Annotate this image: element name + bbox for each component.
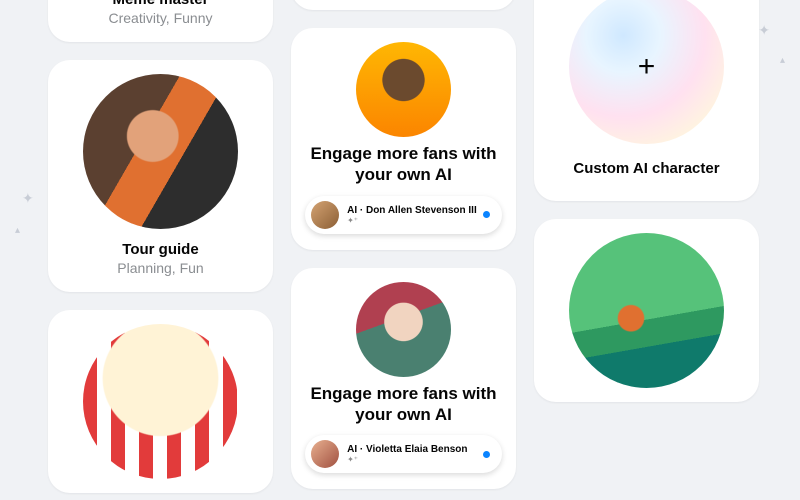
character-tags: Planning, Fun (117, 260, 203, 276)
column-2: Engage more fans with your own AI AI · D… (291, 0, 516, 493)
sparkle-icon: ✦⁺ (347, 217, 358, 225)
creator-avatar (356, 42, 451, 137)
character-card-tour-guide[interactable]: Tour guide Planning, Fun (48, 60, 273, 292)
character-grid: Meme master Creativity, Funny Tour guide… (48, 0, 768, 493)
status-dot-icon (483, 211, 490, 218)
character-card-partial[interactable] (534, 219, 759, 402)
engage-promo-card-1[interactable]: Engage more fans with your own AI AI · D… (291, 28, 516, 250)
creator-pill[interactable]: AI · Don Allen Stevenson III ✦⁺ (305, 196, 502, 234)
character-title: Meme master (113, 0, 209, 8)
character-card-partial-top[interactable] (291, 0, 516, 10)
custom-ai-character-card[interactable]: + Custom AI character (534, 0, 759, 201)
sparkle-decoration: ▴ (780, 55, 785, 66)
creator-pill-avatar (311, 440, 339, 468)
plus-icon: + (638, 50, 656, 84)
creator-avatar (356, 282, 451, 377)
sparkle-decoration: ▴ (15, 225, 20, 236)
creator-pill-avatar (311, 201, 339, 229)
character-avatar (83, 74, 238, 229)
character-avatar (569, 233, 724, 388)
engage-headline: Engage more fans with your own AI (301, 143, 506, 186)
custom-ai-add-circle[interactable]: + (569, 0, 724, 144)
creator-pill-label: AI · Violetta Elaia Benson (347, 444, 467, 456)
character-avatar (83, 324, 238, 479)
column-3: Athletic trainer Sports, Learn + Custom … (534, 0, 759, 493)
status-dot-icon (483, 451, 490, 458)
creator-pill-label: AI · Don Allen Stevenson III (347, 205, 477, 217)
sparkle-decoration: ✦ (22, 190, 34, 207)
engage-headline: Engage more fans with your own AI (301, 383, 506, 426)
character-tags: Creativity, Funny (109, 10, 213, 26)
engage-promo-card-2[interactable]: Engage more fans with your own AI AI · V… (291, 268, 516, 490)
character-card-meme-master[interactable]: Meme master Creativity, Funny (48, 0, 273, 42)
character-title: Tour guide (122, 241, 198, 258)
column-1: Meme master Creativity, Funny Tour guide… (48, 0, 273, 493)
creator-pill[interactable]: AI · Violetta Elaia Benson ✦⁺ (305, 435, 502, 473)
sparkle-icon: ✦⁺ (347, 456, 358, 464)
character-card-partial[interactable] (48, 310, 273, 493)
character-title: Custom AI character (573, 160, 719, 177)
